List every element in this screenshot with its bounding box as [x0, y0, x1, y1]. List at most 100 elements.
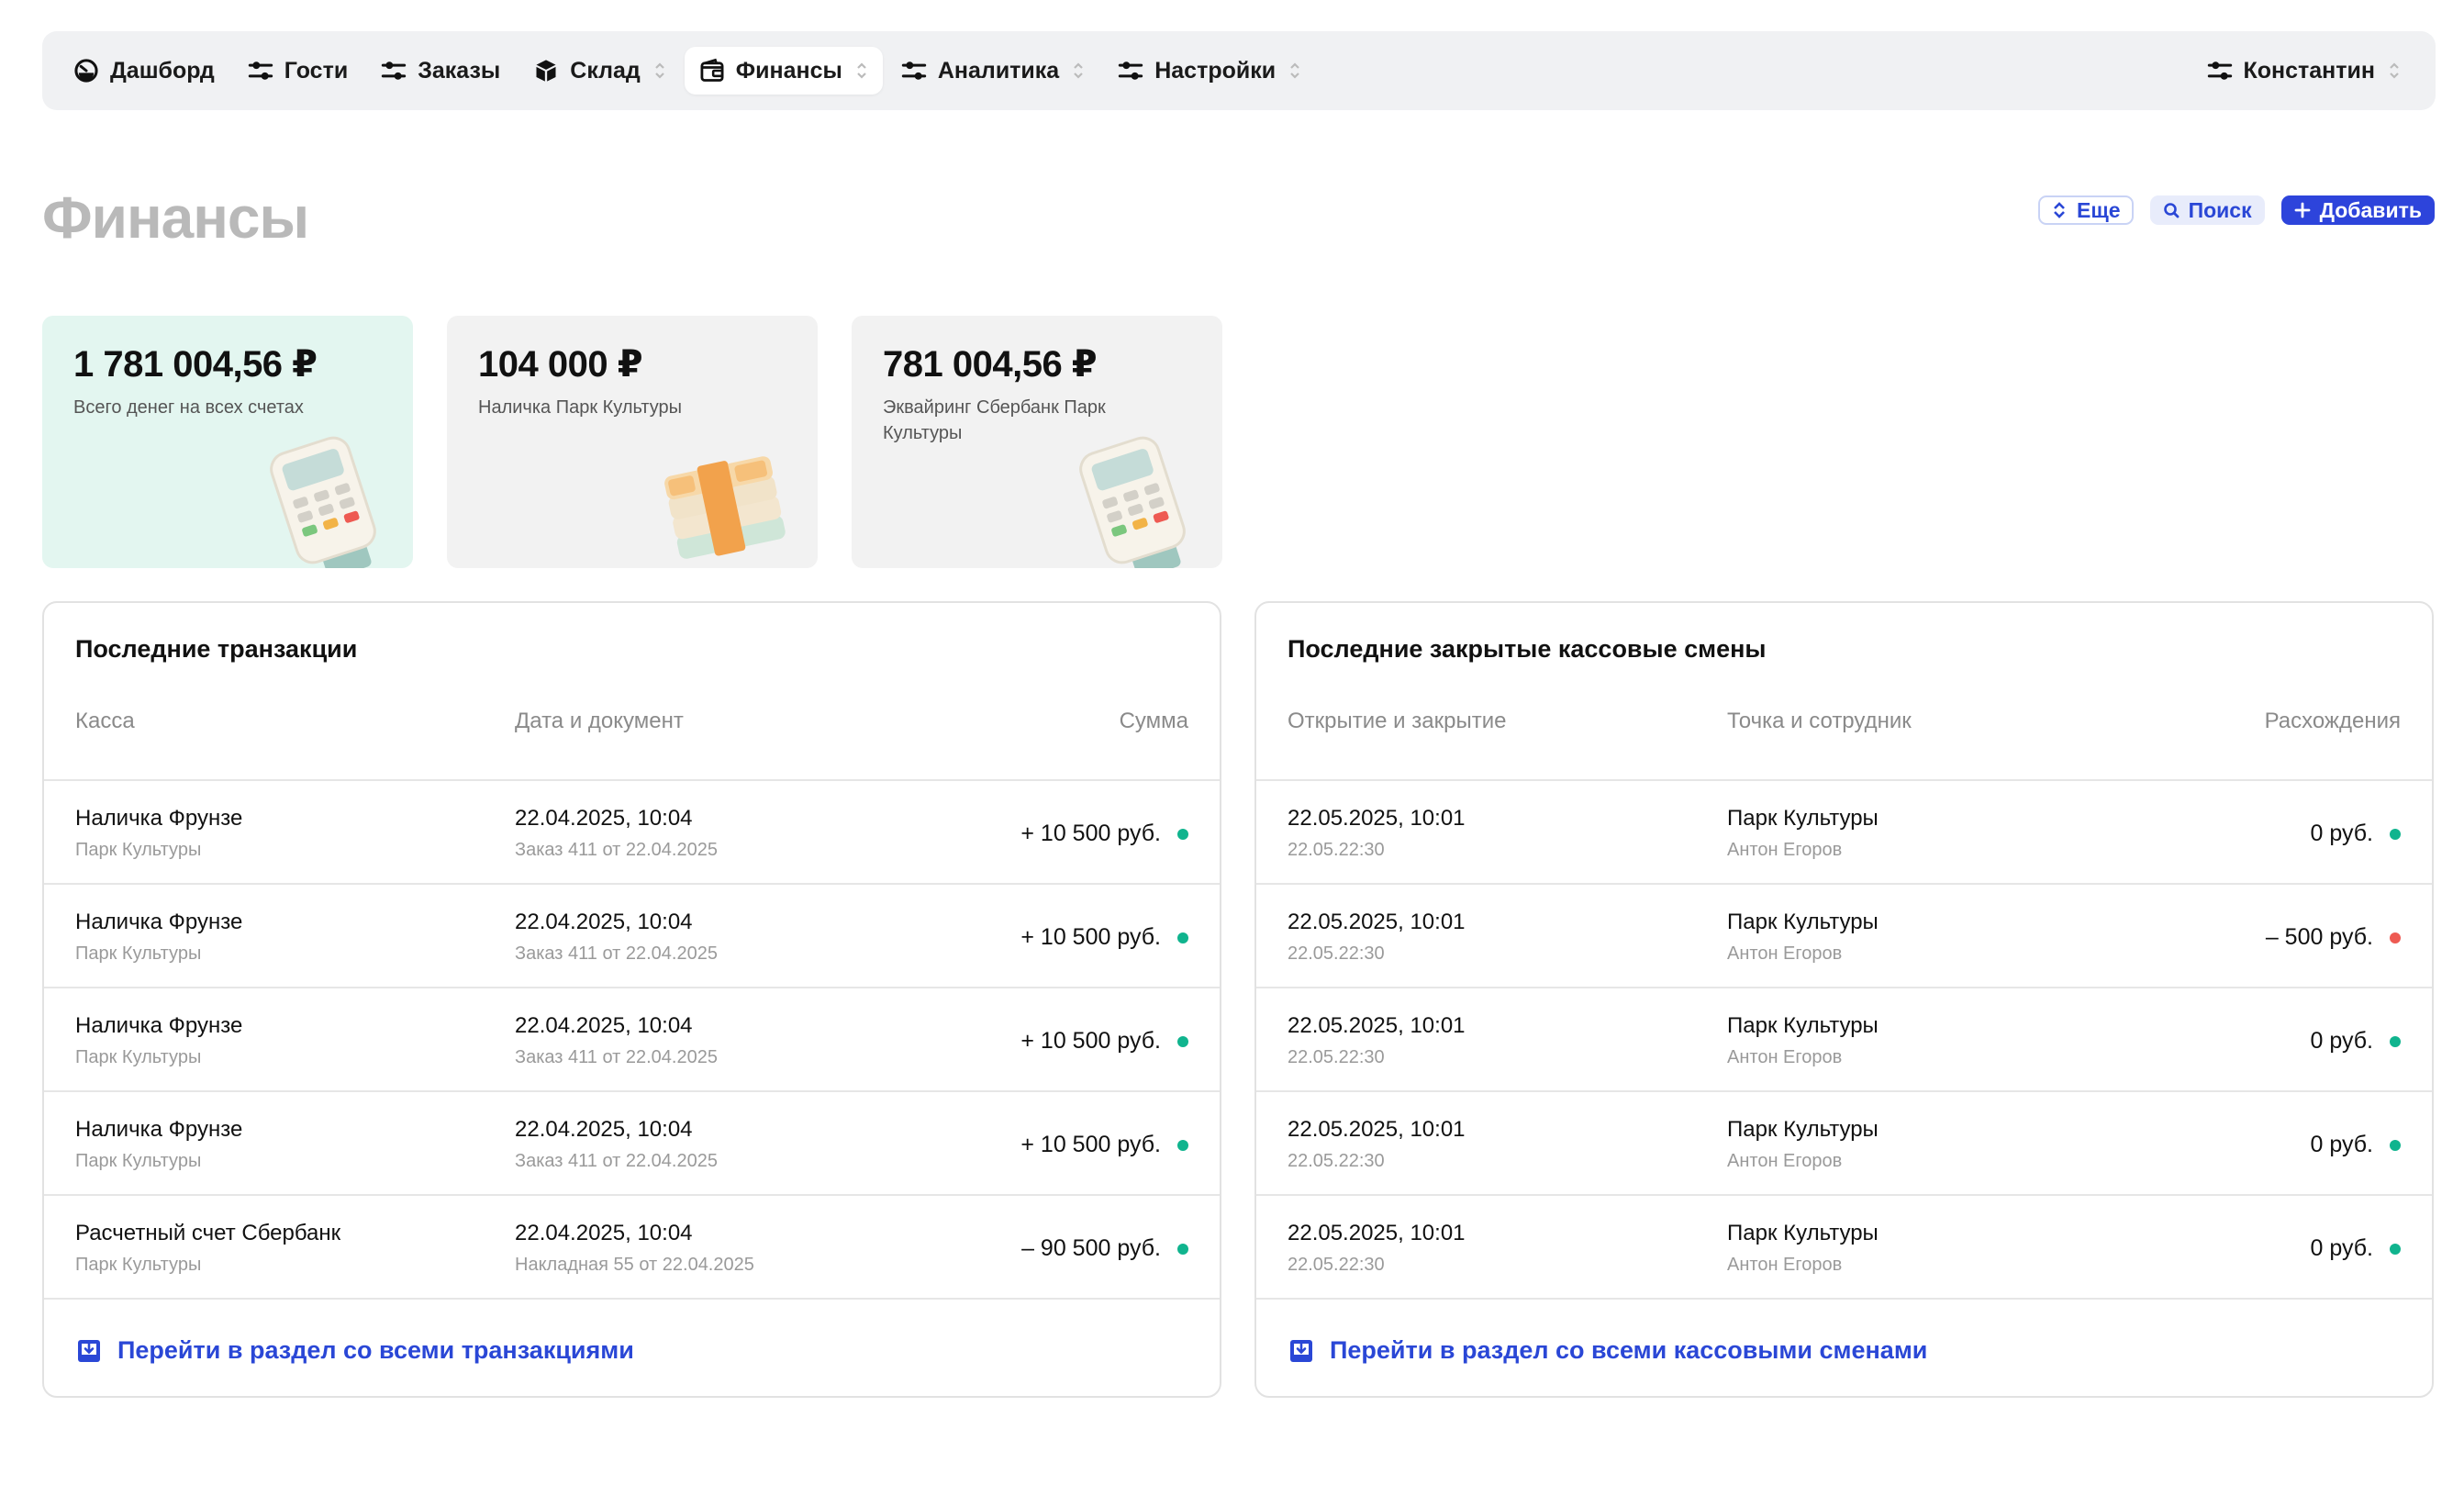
user-name: Константин — [2243, 57, 2376, 84]
shift-discrepancy: – 500 руб. — [2265, 924, 2373, 950]
all-shifts-link-label: Перейти в раздел со всеми кассовыми смен… — [1330, 1336, 1928, 1364]
search-icon — [2163, 203, 2179, 218]
balance-card-cash[interactable]: 104 000 ₽ Наличка Парк Культуры — [447, 316, 818, 568]
shift-opened: 22.05.2025, 10:01 — [1288, 910, 1466, 934]
transaction-amount: + 10 500 руб. — [1020, 1132, 1161, 1157]
card-amount: 781 004,56 ₽ — [883, 344, 1098, 385]
nav-item-dashboard[interactable]: Дашборд — [59, 47, 229, 95]
shift-point: Парк Культуры — [1727, 910, 1879, 934]
shift-opened: 22.05.2025, 10:01 — [1288, 806, 1466, 831]
shifts-panel: Последние закрытые кассовые смены Открыт… — [1254, 601, 2434, 1398]
transaction-date: 22.04.2025, 10:04 — [515, 1221, 693, 1245]
transaction-amount: + 10 500 руб. — [1020, 924, 1161, 950]
status-dot — [1177, 829, 1188, 840]
status-dot — [1177, 1244, 1188, 1255]
wallet-icon — [700, 58, 724, 82]
cash-name: Наличка Фрунзе — [75, 910, 243, 934]
search-button[interactable]: Поиск — [2149, 195, 2265, 225]
download-tray-icon — [78, 1339, 100, 1362]
nav-item-label: Гости — [284, 57, 349, 84]
table-row[interactable]: Наличка Фрунзе Парк Культуры 22.04.2025,… — [44, 1092, 1220, 1196]
sliders-icon — [248, 61, 273, 80]
cash-location: Парк Культуры — [75, 943, 202, 964]
chevron-updown-icon — [1074, 62, 1083, 79]
table-header: Открытие и закрытие Точка и сотрудник Ра… — [1256, 709, 2432, 740]
balance-card-total[interactable]: 1 781 004,56 ₽ Всего денег на всех счета… — [42, 316, 413, 568]
shift-discrepancy: 0 руб. — [2310, 1028, 2373, 1054]
add-button-label: Добавить — [2319, 197, 2422, 222]
column-header-point-employee: Точка и сотрудник — [1727, 709, 1912, 733]
balance-card-acquiring[interactable]: 781 004,56 ₽ Эквайринг Сбербанк Парк Кул… — [852, 316, 1222, 568]
transactions-panel: Последние транзакции Касса Дата и докуме… — [42, 601, 1221, 1398]
shift-employee: Антон Егоров — [1727, 840, 1843, 860]
shift-point: Парк Культуры — [1727, 1117, 1879, 1142]
status-dot — [2390, 932, 2401, 943]
table-row[interactable]: 22.05.2025, 10:01 22.05.22:30 Парк Культ… — [1256, 1092, 2432, 1196]
chevron-updown-icon — [857, 62, 866, 79]
shift-opened: 22.05.2025, 10:01 — [1288, 1221, 1466, 1245]
transaction-date: 22.04.2025, 10:04 — [515, 1117, 693, 1142]
shift-employee: Антон Егоров — [1727, 1151, 1843, 1171]
transaction-document: Заказ 411 от 22.04.2025 — [515, 840, 718, 860]
table-row[interactable]: Наличка Фрунзе Парк Культуры 22.04.2025,… — [44, 885, 1220, 988]
more-button-label: Еще — [2077, 197, 2121, 222]
column-header-discrepancy: Расхождения — [2264, 709, 2401, 733]
all-shifts-link[interactable]: Перейти в раздел со всеми кассовыми смен… — [1288, 1336, 1927, 1365]
card-amount: 104 000 ₽ — [478, 344, 643, 385]
status-dot — [2390, 829, 2401, 840]
add-button[interactable]: Добавить — [2280, 195, 2435, 225]
nav-item-label: Дашборд — [110, 57, 215, 84]
table-row[interactable]: Наличка Фрунзе Парк Культуры 22.04.2025,… — [44, 781, 1220, 885]
shift-closed: 22.05.22:30 — [1288, 943, 1385, 964]
card-terminal-icon — [270, 436, 376, 568]
panel-title: Последние транзакции — [75, 635, 358, 663]
nav-item-guests[interactable]: Гости — [233, 47, 362, 95]
download-tray-icon — [1290, 1339, 1312, 1362]
nav-item-orders[interactable]: Заказы — [366, 47, 515, 95]
all-transactions-link-label: Перейти в раздел со всеми транзакциями — [117, 1336, 634, 1364]
top-navigation: Дашборд Гости Заказы Склад Финансы Анали… — [42, 31, 2436, 110]
nav-item-label: Аналитика — [937, 57, 1060, 84]
page-actions: Еще Поиск Добавить — [2038, 195, 2435, 225]
nav-item-analytics[interactable]: Аналитика — [886, 47, 1099, 95]
shift-opened: 22.05.2025, 10:01 — [1288, 1013, 1466, 1038]
user-menu[interactable]: Константин — [2192, 47, 2416, 95]
nav-item-warehouse[interactable]: Склад — [518, 47, 681, 95]
column-header-date: Дата и документ — [515, 709, 684, 733]
column-header-open-close: Открытие и закрытие — [1288, 709, 1507, 733]
cash-location: Парк Культуры — [75, 1255, 202, 1275]
transaction-document: Заказ 411 от 22.04.2025 — [515, 1151, 718, 1171]
transaction-amount: + 10 500 руб. — [1020, 1028, 1161, 1054]
shift-employee: Антон Егоров — [1727, 1047, 1843, 1067]
nav-item-label: Финансы — [735, 57, 842, 84]
cash-location: Парк Культуры — [75, 840, 202, 860]
status-dot — [2390, 1140, 2401, 1151]
card-label: Всего денег на всех счетах — [73, 397, 304, 418]
sliders-icon — [1119, 61, 1143, 80]
table-row[interactable]: 22.05.2025, 10:01 22.05.22:30 Парк Культ… — [1256, 885, 2432, 988]
more-button[interactable]: Еще — [2038, 195, 2134, 225]
status-dot — [1177, 932, 1188, 943]
status-dot — [1177, 1140, 1188, 1151]
search-button-label: Поиск — [2188, 197, 2252, 222]
table-row[interactable]: Наличка Фрунзе Парк Культуры 22.04.2025,… — [44, 988, 1220, 1092]
transaction-amount: – 90 500 руб. — [1021, 1235, 1161, 1261]
table-row[interactable]: 22.05.2025, 10:01 22.05.22:30 Парк Культ… — [1256, 988, 2432, 1092]
cash-stack-icon — [664, 456, 786, 559]
all-transactions-link[interactable]: Перейти в раздел со всеми транзакциями — [75, 1336, 634, 1365]
table-row[interactable]: Расчетный счет Сбербанк Парк Культуры 22… — [44, 1196, 1220, 1300]
table-row[interactable]: 22.05.2025, 10:01 22.05.22:30 Парк Культ… — [1256, 781, 2432, 885]
shift-closed: 22.05.22:30 — [1288, 840, 1385, 860]
page-title: Финансы — [42, 184, 309, 251]
nav-item-settings[interactable]: Настройки — [1103, 47, 1316, 95]
box-icon — [536, 60, 556, 82]
table-row[interactable]: 22.05.2025, 10:01 22.05.22:30 Парк Культ… — [1256, 1196, 2432, 1300]
table-header: Касса Дата и документ Сумма — [44, 709, 1220, 740]
nav-item-finance[interactable]: Финансы — [684, 47, 883, 95]
shift-discrepancy: 0 руб. — [2310, 821, 2373, 846]
shift-discrepancy: 0 руб. — [2310, 1235, 2373, 1261]
transaction-amount: + 10 500 руб. — [1020, 821, 1161, 846]
transaction-document: Заказ 411 от 22.04.2025 — [515, 943, 718, 964]
cash-name: Наличка Фрунзе — [75, 806, 243, 831]
chevron-updown-icon — [1290, 62, 1299, 79]
